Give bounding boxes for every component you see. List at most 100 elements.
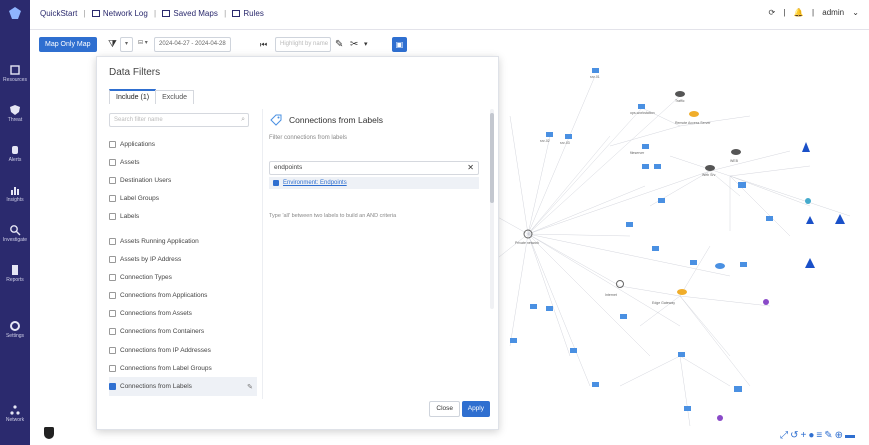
map-mode-button[interactable]: Map Only Map — [39, 37, 97, 52]
date-range-picker[interactable]: 2024-04-27 - 2024-04-28 — [154, 37, 231, 52]
user-menu[interactable]: admin — [822, 8, 844, 17]
bell-icon — [12, 146, 18, 154]
scrollbar-thumb[interactable] — [490, 113, 494, 203]
filter-detail-title: Connections from Labels — [289, 115, 384, 125]
label-suggestion-item[interactable]: Environment: Endpoints — [269, 177, 479, 189]
checkbox[interactable] — [109, 292, 116, 300]
checkbox-checked[interactable] — [109, 383, 116, 391]
filter-item-assets-by-ip[interactable]: Assets by IP Address — [109, 250, 257, 268]
highlight-search-input[interactable]: Highlight by name — [275, 37, 331, 52]
filter-item-connections-from-ip[interactable]: Connections from IP Addresses — [109, 341, 257, 359]
search-icon: ⌕ — [241, 116, 245, 123]
breadcrumb-separator: | — [154, 9, 157, 18]
shield-icon — [10, 105, 20, 115]
checkbox[interactable] — [109, 255, 116, 263]
svg-text:Internet: Internet — [605, 293, 617, 297]
pencil-icon[interactable]: ✎ — [335, 37, 343, 52]
file-icon — [12, 265, 18, 275]
tab-include[interactable]: Include (1) — [109, 89, 157, 104]
filter-label: Connections from Containers — [120, 328, 205, 336]
checkbox[interactable] — [109, 176, 116, 184]
filter-item-destination-users[interactable]: Destination Users — [109, 171, 257, 189]
filter-item-connections-from-assets[interactable]: Connections from Assets — [109, 305, 257, 323]
nav-label: Reports — [6, 277, 24, 283]
breadcrumb-network-log[interactable]: Network Log — [103, 9, 148, 18]
separator: | — [811, 8, 815, 17]
label-search-input[interactable]: endpoints ✕ — [269, 161, 479, 175]
apply-view-button[interactable]: ▣ — [392, 37, 407, 52]
filter-label: Label Groups — [120, 195, 160, 203]
nav-item-insights[interactable]: Insights — [0, 184, 30, 203]
svg-text:srv-03: srv-03 — [560, 141, 570, 145]
filter-label: Connections from Label Groups — [120, 364, 212, 372]
fullscreen-icon[interactable]: ▬ — [845, 430, 857, 441]
nav-item-resources[interactable]: Resources — [0, 64, 30, 83]
skip-back-icon[interactable]: ⏮ — [260, 37, 267, 52]
breadcrumb-saved-maps[interactable]: Saved Maps — [173, 9, 217, 18]
map-controls: ⤢↺+●≡✎⊕▬ — [780, 430, 857, 441]
nav-item-reports[interactable]: Reports — [0, 264, 30, 283]
shield-status-icon[interactable] — [44, 427, 54, 439]
filter-search-input[interactable]: Search filter name ⌕ — [109, 113, 249, 127]
nav-label: Settings — [5, 333, 25, 339]
undo-icon[interactable]: ↺ — [790, 430, 800, 441]
top-right-actions: ⟳ | 🔔 | admin ⌄ — [763, 8, 860, 17]
refresh-icon[interactable]: ⟳ — [769, 8, 776, 17]
filter-item-connection-types[interactable]: Connection Types — [109, 268, 257, 286]
filter-item-connections-from-label-groups[interactable]: Connections from Label Groups — [109, 359, 257, 377]
breadcrumb: QuickStart | Network Log | Saved Maps | … — [40, 9, 264, 18]
filter-label: Destination Users — [120, 176, 172, 184]
filter-item-connections-from-applications[interactable]: Connections from Applications — [109, 287, 257, 305]
nav-item-threat[interactable]: Threat — [0, 104, 30, 123]
edit-icon[interactable]: ✎ — [824, 430, 834, 441]
filter-item-applications[interactable]: Applications — [109, 135, 257, 153]
nav-item-settings[interactable]: Settings — [0, 320, 30, 339]
checkbox[interactable] — [109, 213, 116, 221]
zoom-icon[interactable]: ⊕ — [835, 430, 845, 441]
checkbox[interactable] — [109, 237, 116, 245]
detail-scrollbar[interactable] — [490, 109, 494, 309]
tab-exclude[interactable]: Exclude — [155, 90, 194, 104]
clear-icon[interactable]: ✕ — [467, 162, 474, 174]
close-button[interactable]: Close — [429, 401, 460, 417]
logo-icon[interactable] — [8, 6, 22, 20]
filter-item-connections-from-labels[interactable]: Connections from Labels ✎ — [109, 377, 257, 396]
chevron-down-icon[interactable]: ▾ — [364, 37, 368, 52]
filter-item-labels[interactable]: Labels — [109, 208, 257, 226]
checkbox[interactable] — [109, 195, 116, 203]
nav-item-alerts[interactable]: Alerts — [0, 144, 30, 163]
graph-nodes: srv-01 ops-workstation Traffic Remote Ac… — [510, 68, 845, 421]
filter-item-connections-from-containers[interactable]: Connections from Containers — [109, 323, 257, 341]
filter-item-assets[interactable]: Assets — [109, 153, 257, 171]
chevron-down-icon[interactable]: ⌄ — [852, 8, 859, 17]
list-icon — [91, 10, 100, 17]
nav-item-network[interactable]: Network — [0, 404, 30, 423]
checkbox[interactable] — [109, 273, 116, 281]
filter-item-assets-running-application[interactable]: Assets Running Application — [109, 232, 257, 250]
checkbox[interactable] — [109, 310, 116, 318]
cube-icon — [10, 65, 20, 75]
notification-bell-icon[interactable]: 🔔 — [794, 8, 804, 17]
checkbox[interactable] — [109, 346, 116, 354]
nav-item-investigate[interactable]: Investigate — [0, 224, 30, 243]
tools-icon[interactable]: ✂ — [350, 37, 358, 52]
left-nav-rail: Resources Threat Alerts Insights Investi… — [0, 0, 30, 445]
checkbox[interactable] — [109, 364, 116, 372]
checkbox[interactable] — [109, 158, 116, 166]
filter-list: Applications Assets Destination Users La… — [109, 135, 257, 396]
apply-button[interactable]: Apply — [461, 401, 490, 417]
checkbox[interactable] — [109, 328, 116, 336]
filter-search-placeholder: Search filter name — [114, 117, 163, 123]
breadcrumb-rules[interactable]: Rules — [243, 9, 263, 18]
filter-item-label-groups[interactable]: Label Groups — [109, 190, 257, 208]
breadcrumb-quickstart[interactable]: QuickStart — [40, 9, 77, 18]
expand-icon[interactable]: ⤢ — [780, 430, 790, 441]
timeline-icon[interactable]: ⊟ ▾ — [134, 37, 152, 52]
checkbox[interactable] — [109, 140, 116, 148]
filter-icon[interactable]: ⧩ — [108, 37, 117, 52]
checkbox-checked[interactable] — [273, 180, 279, 186]
filter-dropdown[interactable]: ▾ — [120, 37, 134, 52]
svg-text:Private network: Private network — [515, 241, 539, 245]
pin-icon[interactable]: ✎ — [247, 383, 257, 391]
data-filters-panel: Data Filters Include (1) Exclude Search f… — [96, 56, 499, 430]
